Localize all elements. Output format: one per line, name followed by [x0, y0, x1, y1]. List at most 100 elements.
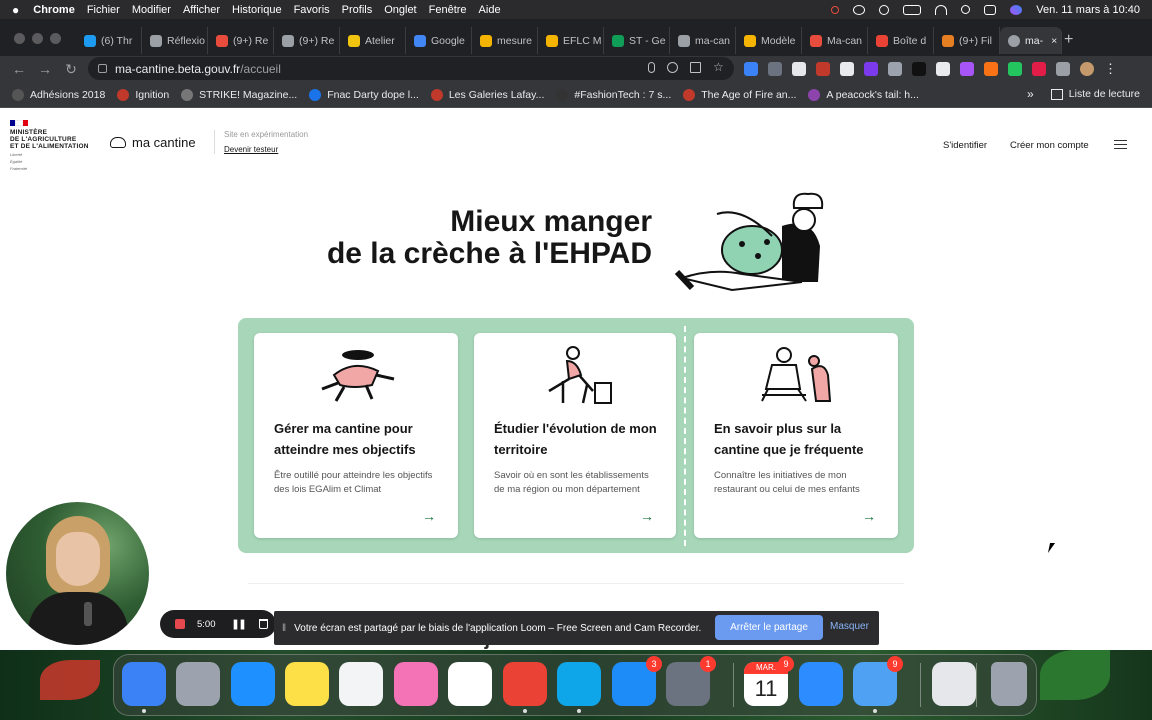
mail-icon[interactable]: 9: [853, 656, 903, 706]
card-manage-canteen[interactable]: Gérer ma cantine pour atteindre mes obje…: [254, 333, 458, 538]
ministry-logo[interactable]: MINISTÈRE DE L'AGRICULTURE ET DE L'ALIME…: [10, 120, 100, 171]
record-extension-icon[interactable]: [816, 62, 830, 76]
login-link[interactable]: S'identifier: [943, 140, 987, 151]
menu-afficher[interactable]: Afficher: [183, 4, 220, 16]
system-preferences-icon[interactable]: 1: [666, 656, 716, 706]
chrome-menu-icon[interactable]: ⋮: [1104, 62, 1118, 76]
bookmarks-overflow-chevron[interactable]: »: [1027, 87, 1034, 101]
drag-handle-icon[interactable]: ‖: [282, 623, 286, 634]
control-center-icon[interactable]: [984, 4, 997, 15]
bookmark-item[interactable]: The Age of Fire an...: [683, 88, 796, 101]
safari-icon[interactable]: [231, 662, 275, 706]
browser-tab[interactable]: mesure: [472, 27, 538, 54]
zoom-icon[interactable]: [667, 62, 678, 73]
wifi-icon[interactable]: [935, 4, 948, 15]
app-store-icon[interactable]: 3: [612, 656, 662, 706]
microphone-icon[interactable]: [648, 62, 655, 73]
bookmark-item[interactable]: Ignition: [117, 88, 169, 101]
stop-recording-icon[interactable]: [175, 619, 185, 629]
spotlight-icon[interactable]: [961, 5, 971, 14]
hide-button[interactable]: Masquer: [830, 621, 869, 632]
ma-cantine-logo[interactable]: ma cantine: [110, 135, 196, 150]
share-icon[interactable]: [690, 62, 701, 73]
menubar-clock[interactable]: Ven. 11 mars à 10:40: [1036, 4, 1140, 16]
brightness-icon[interactable]: [879, 4, 890, 15]
bookmark-item[interactable]: #FashionTech : 7 s...: [556, 88, 671, 101]
apple-icon[interactable]: ●: [12, 3, 19, 17]
bookmark-item[interactable]: Les Galeries Lafay...: [430, 88, 544, 101]
shield-extension-icon[interactable]: [888, 62, 902, 76]
calendar-icon[interactable]: MAR. 11 9: [744, 656, 794, 706]
hamburger-menu-icon[interactable]: [1114, 140, 1127, 149]
browser-tab[interactable]: Réflexio: [142, 27, 208, 54]
browser-tab[interactable]: EFLC M: [538, 27, 604, 54]
bookmark-item[interactable]: A peacock's tail: h...: [808, 88, 919, 101]
become-tester-link[interactable]: Devenir testeur: [224, 145, 308, 154]
browser-tab[interactable]: (9+) Re: [208, 27, 274, 54]
menu-aide[interactable]: Aide: [479, 4, 501, 16]
browser-tab[interactable]: Atelier: [340, 27, 406, 54]
code-extension-icon[interactable]: [984, 62, 998, 76]
signup-link[interactable]: Créer mon compte: [1010, 140, 1089, 151]
card-study-territory[interactable]: Étudier l'évolution de mon territoire Sa…: [474, 333, 676, 538]
lock-icon[interactable]: [98, 64, 107, 73]
reload-icon[interactable]: ↻: [64, 61, 78, 78]
loom-webcam-bubble[interactable]: [6, 502, 149, 645]
card-my-canteen[interactable]: En savoir plus sur la cantine que je fré…: [694, 333, 898, 538]
back-arrow-icon[interactable]: ←: [12, 61, 26, 77]
slack-icon[interactable]: [448, 662, 492, 706]
tool-extension-icon[interactable]: [864, 62, 878, 76]
menu-fichier[interactable]: Fichier: [87, 4, 120, 16]
menu-fenetre[interactable]: Fenêtre: [429, 4, 467, 16]
browser-tab[interactable]: ST - Ge: [604, 27, 670, 54]
bookmark-item[interactable]: Adhésions 2018: [12, 88, 105, 101]
purple-extension-icon[interactable]: [960, 62, 974, 76]
zoom-icon[interactable]: [799, 662, 843, 706]
profile-avatar-icon[interactable]: [1080, 62, 1094, 76]
browser-tab[interactable]: Modèle: [736, 27, 802, 54]
puzzle-extensions-icon[interactable]: [1056, 62, 1070, 76]
trash-icon[interactable]: [991, 662, 1027, 706]
close-window-button[interactable]: [14, 33, 25, 44]
menu-onglet[interactable]: Onglet: [384, 4, 416, 16]
status-icon[interactable]: [831, 5, 840, 14]
pinterest-extension-icon[interactable]: [1032, 62, 1046, 76]
bookmark-item[interactable]: Fnac Darty dope l...: [309, 88, 419, 101]
vpn-icon[interactable]: [853, 4, 866, 15]
minimize-window-button[interactable]: [32, 33, 43, 44]
pen-extension-icon[interactable]: [744, 62, 758, 76]
menu-app-name[interactable]: Chrome: [33, 4, 75, 16]
dark-extension-icon[interactable]: [912, 62, 926, 76]
launchpad-icon[interactable]: [176, 662, 220, 706]
forward-arrow-icon[interactable]: →: [38, 61, 52, 77]
bookmark-star-icon[interactable]: ☆: [713, 61, 724, 73]
chrome-icon[interactable]: [503, 662, 547, 706]
active-browser-tab[interactable]: ma- ×: [1000, 27, 1062, 54]
finder-icon[interactable]: [122, 662, 166, 706]
notion-extension-icon[interactable]: [840, 62, 854, 76]
bookmark-item[interactable]: STRIKE! Magazine...: [181, 88, 297, 101]
browser-tab[interactable]: (9+) Re: [274, 27, 340, 54]
notes-icon[interactable]: [285, 662, 329, 706]
browser-tab[interactable]: (9+) Fil: [934, 27, 1000, 54]
menu-favoris[interactable]: Favoris: [294, 4, 330, 16]
gear-extension-icon[interactable]: [936, 62, 950, 76]
grid-extension-icon[interactable]: [1008, 62, 1022, 76]
browser-tab[interactable]: ma-can: [670, 27, 736, 54]
stop-sharing-button[interactable]: Arrêter le partage: [715, 615, 823, 640]
menu-modifier[interactable]: Modifier: [132, 4, 171, 16]
menu-historique[interactable]: Historique: [232, 4, 282, 16]
tag-extension-icon[interactable]: [792, 62, 806, 76]
reading-list-button[interactable]: Liste de lecture: [1050, 88, 1140, 100]
reminders-icon[interactable]: [339, 662, 383, 706]
address-bar[interactable]: ma-cantine.beta.gouv.fr/accueil ☆: [88, 57, 734, 80]
new-tab-button[interactable]: +: [1064, 31, 1073, 49]
browser-tab[interactable]: Boîte d: [868, 27, 934, 54]
browser-tab[interactable]: (6) Thr: [76, 27, 142, 54]
menu-profils[interactable]: Profils: [342, 4, 373, 16]
browser-tab[interactable]: Ma-can: [802, 27, 868, 54]
circle-extension-icon[interactable]: [768, 62, 782, 76]
battery-icon[interactable]: [903, 4, 922, 15]
photos-icon[interactable]: [394, 662, 438, 706]
trash-icon[interactable]: [259, 619, 269, 629]
